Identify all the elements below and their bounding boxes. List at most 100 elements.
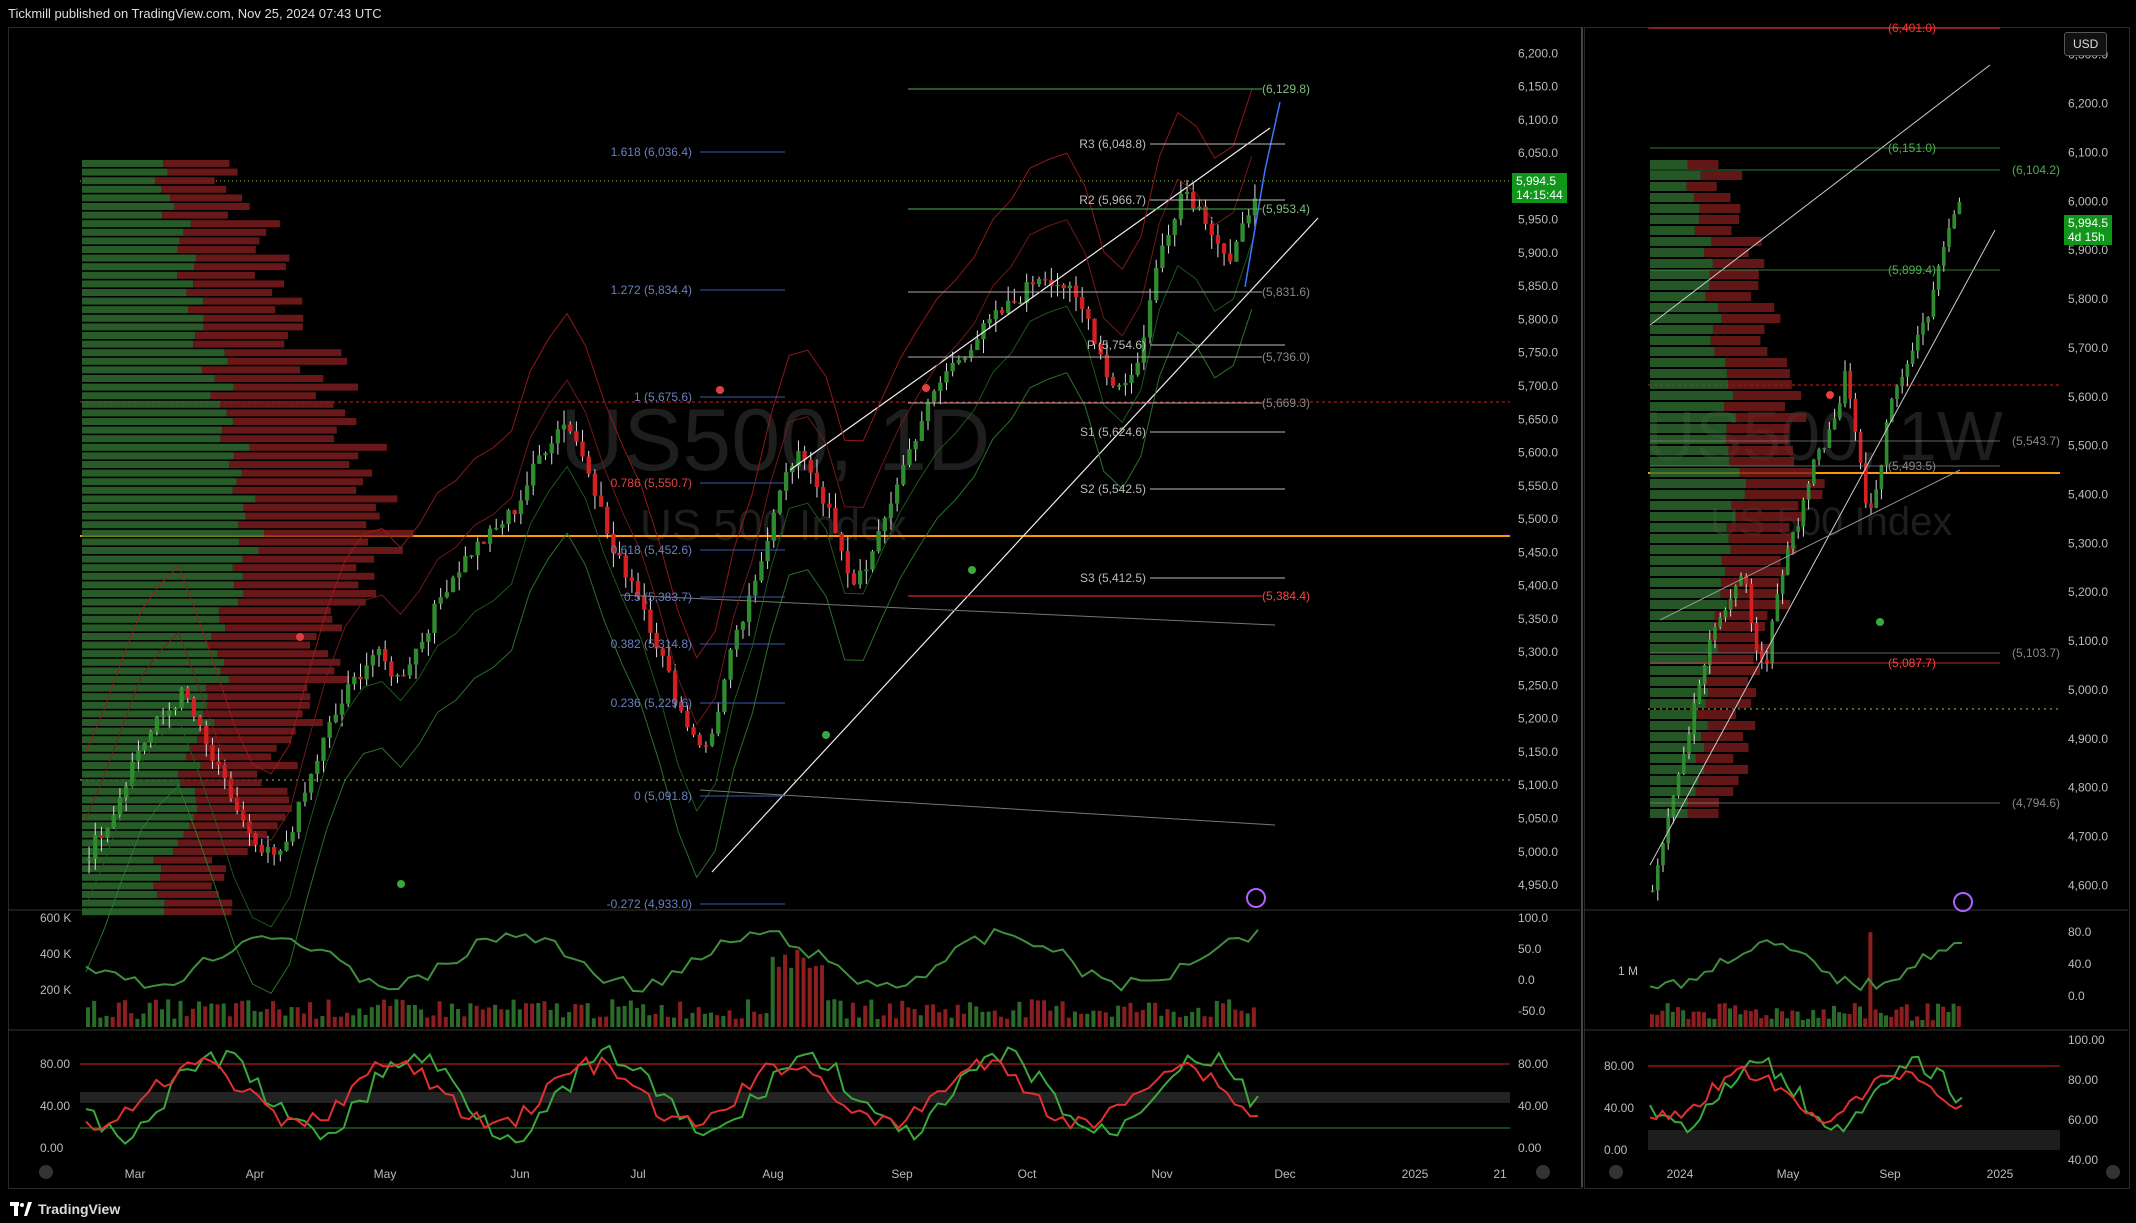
right-volume-profile-buy bbox=[1650, 765, 1704, 774]
left-volume-bar bbox=[887, 1003, 892, 1027]
left-candle-body bbox=[1055, 284, 1060, 287]
right-volume-profile-sell bbox=[1725, 358, 1788, 367]
left-candle-body bbox=[759, 561, 764, 581]
right-last-price-badge: 5,994.5 4d 15h bbox=[2064, 215, 2113, 245]
left-candle-body bbox=[839, 533, 844, 552]
right-volume-bar bbox=[1884, 1015, 1888, 1027]
right-price-tick: 5,700.0 bbox=[2068, 341, 2108, 355]
right-volume-bar bbox=[1951, 1003, 1956, 1027]
left-volume-profile-sell bbox=[167, 168, 238, 176]
left-volume-profile-sell bbox=[232, 418, 357, 425]
left-volume-bar bbox=[1190, 1011, 1195, 1027]
left-volume-profile-sell bbox=[220, 400, 334, 408]
left-volume-bar bbox=[351, 1015, 356, 1027]
left-candle-body bbox=[253, 833, 258, 845]
left-volume-bar bbox=[764, 1013, 769, 1027]
left-candle-body bbox=[857, 570, 863, 585]
left-volume-bar bbox=[690, 1012, 695, 1027]
left-volume-bar bbox=[770, 956, 775, 1027]
left-candle-body bbox=[623, 555, 628, 578]
left-volume-bar bbox=[696, 1007, 701, 1027]
left-candle-body bbox=[746, 595, 752, 623]
left-volume-bar bbox=[160, 1009, 165, 1027]
left-volume-bar bbox=[746, 999, 751, 1027]
left-volume-profile-sell bbox=[183, 228, 267, 236]
left-candle-body bbox=[561, 424, 567, 430]
right-volume-profile-sell bbox=[1731, 501, 1799, 510]
right-volume-bar bbox=[1832, 1005, 1836, 1027]
left-volume-profile-buy bbox=[82, 486, 233, 494]
left-volume-profile-buy bbox=[82, 624, 226, 632]
right-volume-profile-buy bbox=[1650, 314, 1722, 323]
right-volume-bar bbox=[1837, 1012, 1842, 1027]
left-volume-bar bbox=[597, 1016, 602, 1027]
right-volume-profile-buy bbox=[1650, 435, 1727, 444]
left-candle-body bbox=[500, 524, 505, 528]
right-volume-bar bbox=[1847, 1014, 1852, 1027]
left-volume-bar bbox=[1091, 1010, 1096, 1027]
right-candle-body bbox=[1941, 246, 1946, 266]
right-candle-body bbox=[1848, 370, 1853, 399]
left-stoch-tick-r: 80.00 bbox=[1518, 1057, 1548, 1071]
currency-button[interactable]: USD bbox=[2064, 32, 2108, 56]
right-volume-bar bbox=[1863, 1018, 1868, 1027]
left-candle-body bbox=[1067, 285, 1073, 289]
left-volume-profile-sell bbox=[225, 624, 343, 632]
left-volume-bar bbox=[844, 1018, 849, 1027]
left-volume-profile-buy bbox=[82, 323, 204, 331]
right-volume-profile-sell bbox=[1698, 776, 1739, 785]
right-volume-bar bbox=[1889, 1016, 1894, 1027]
left-volume-bar bbox=[92, 1000, 97, 1027]
left-volume-bar bbox=[1245, 1013, 1250, 1027]
left-volume-profile-sell bbox=[157, 891, 219, 898]
left-candle-body bbox=[709, 733, 715, 746]
left-volume-profile-buy bbox=[82, 641, 208, 649]
left-volume-profile-buy bbox=[82, 547, 259, 554]
right-candle-body bbox=[1863, 462, 1868, 504]
left-volume-bar bbox=[104, 1015, 109, 1027]
left-volume-bar bbox=[375, 1004, 380, 1027]
left-volume-bar bbox=[511, 999, 516, 1027]
left-candle-body bbox=[605, 506, 610, 534]
left-volume-profile-buy bbox=[82, 572, 243, 580]
left-candle-body bbox=[216, 761, 221, 765]
left-volume-profile-sell bbox=[233, 383, 358, 391]
left-volume-bar bbox=[986, 1011, 991, 1027]
left-volume-bar bbox=[758, 1014, 763, 1027]
left-volume-bar bbox=[110, 1016, 115, 1027]
right-volume-profile-buy bbox=[1650, 402, 1725, 411]
left-level-label: (5,831.6) bbox=[1262, 285, 1310, 299]
right-candle-body bbox=[1702, 664, 1707, 685]
left-volume-profile-buy bbox=[82, 306, 189, 314]
left-volume-bar bbox=[332, 1016, 337, 1027]
right-candle-body bbox=[1723, 609, 1728, 618]
left-volume-profile-sell bbox=[218, 607, 331, 615]
left-candle-body bbox=[716, 712, 721, 734]
left-volume-bar bbox=[252, 1010, 257, 1027]
right-volume-bar bbox=[1925, 1003, 1930, 1027]
chart-canvas[interactable]: US500, 1D US 500 Index US500, 1W US 500 … bbox=[0, 0, 2136, 1223]
right-candle-body bbox=[1754, 623, 1759, 651]
left-time-tick: Jul bbox=[630, 1167, 645, 1181]
left-fib-label: 0.5 (5,383.7) bbox=[624, 590, 692, 604]
left-volume-bar bbox=[1122, 1006, 1127, 1027]
left-candle-body bbox=[432, 603, 437, 634]
left-volume-bar bbox=[554, 1003, 559, 1027]
left-candle-body bbox=[123, 786, 129, 798]
left-candle-body bbox=[457, 572, 462, 578]
left-candle-body bbox=[537, 455, 542, 464]
left-projection-arrow bbox=[1244, 101, 1281, 288]
left-volume-bar bbox=[1029, 999, 1034, 1027]
left-candle-body bbox=[1036, 279, 1042, 285]
footer-brand-text: TradingView bbox=[38, 1201, 121, 1217]
left-volume-bar bbox=[264, 1008, 269, 1027]
right-volume-profile-buy bbox=[1650, 380, 1728, 389]
left-volume-bar bbox=[1220, 1003, 1225, 1027]
left-time-tick: Aug bbox=[762, 1167, 783, 1181]
left-volume-profile-sell bbox=[195, 787, 288, 795]
right-zoom-icon bbox=[1609, 1165, 1623, 1179]
left-volume-bar bbox=[980, 1011, 985, 1027]
right-stoch-k bbox=[1649, 1055, 1963, 1134]
left-volume-bar bbox=[98, 1017, 103, 1027]
right-volume-profile-buy bbox=[1650, 666, 1711, 675]
